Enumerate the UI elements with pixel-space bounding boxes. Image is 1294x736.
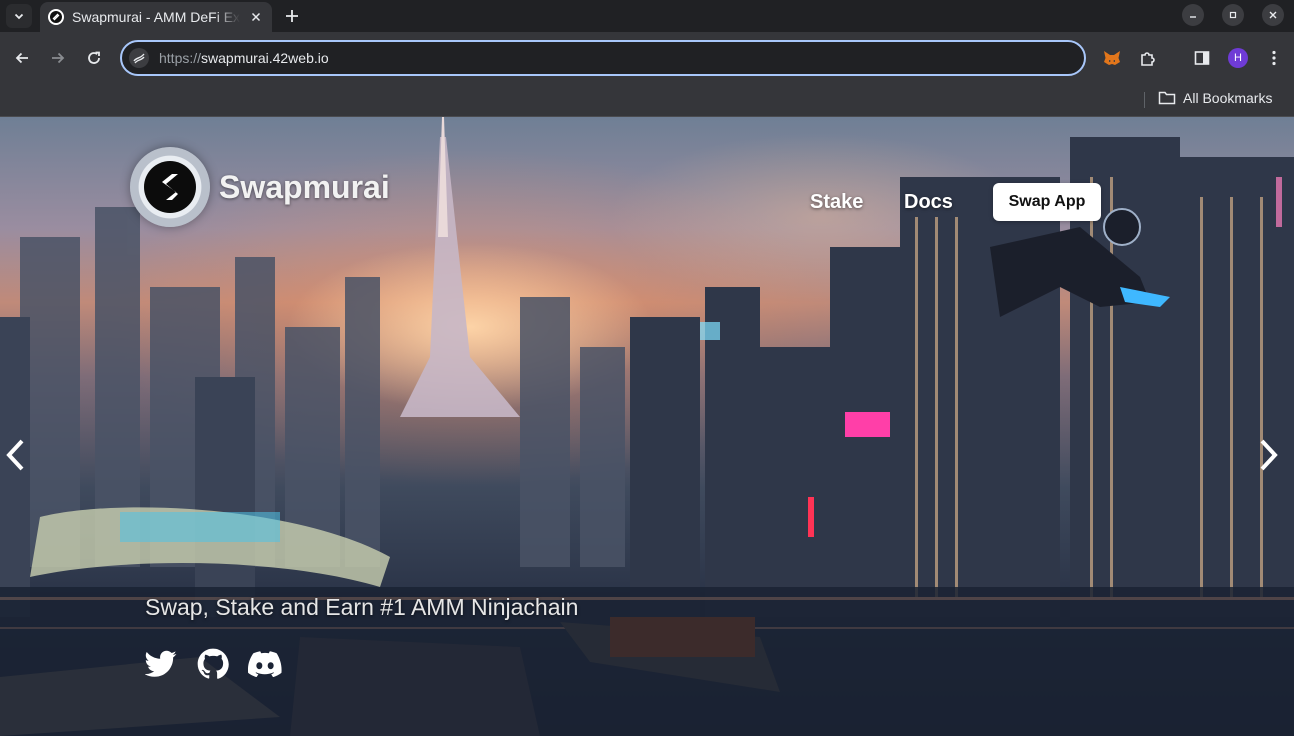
browser-menu-button[interactable] <box>1262 46 1286 70</box>
twitter-link[interactable] <box>144 647 178 681</box>
fox-icon <box>1104 51 1120 65</box>
restore-icon <box>1229 11 1237 19</box>
nav-stake-link[interactable]: Stake <box>810 191 863 214</box>
reload-icon <box>88 51 100 64</box>
active-tab[interactable]: Swapmurai - AMM DeFi Exchange <box>40 2 272 32</box>
carousel-prev-button[interactable] <box>0 435 30 475</box>
new-tab-button[interactable] <box>280 4 304 28</box>
site-info-icon[interactable] <box>129 48 149 68</box>
kebab-menu-icon <box>1272 50 1276 66</box>
url-protocol: https:// <box>159 50 202 66</box>
back-button[interactable] <box>10 46 34 70</box>
brand-name: Swapmurai <box>219 168 390 205</box>
close-icon <box>1269 11 1277 19</box>
browser-toolbar: https://swapmurai.42web.io H <box>0 32 1294 84</box>
nav-docs-link[interactable]: Docs <box>904 191 953 214</box>
metamask-extension-button[interactable] <box>1100 46 1124 70</box>
hero-tagline: Swap, Stake and Earn #1 AMM Ninjachain <box>145 594 579 620</box>
maximize-button[interactable] <box>1222 4 1244 26</box>
chevron-right-icon <box>1260 439 1278 471</box>
tab-close-button[interactable] <box>248 9 264 25</box>
bookmarks-divider <box>1144 92 1145 108</box>
plus-icon <box>286 10 298 22</box>
all-bookmarks-label: All Bookmarks <box>1183 90 1273 106</box>
extensions-button[interactable] <box>1136 46 1160 70</box>
tab-strip: Swapmurai - AMM DeFi Exchange <box>0 0 1294 32</box>
brand-link[interactable]: Swapmurai <box>130 147 390 227</box>
swap-app-button[interactable]: Swap App <box>993 183 1101 221</box>
side-panel-icon <box>1194 51 1210 65</box>
hero-section: Swapmurai Stake Docs Swap App Swap, Stak… <box>0 117 1294 736</box>
tab-search-button[interactable] <box>6 4 32 28</box>
folder-icon <box>1158 91 1176 105</box>
twitter-icon <box>145 650 177 677</box>
side-panel-button[interactable] <box>1190 46 1214 70</box>
swapmurai-favicon <box>48 9 64 25</box>
chevron-down-icon <box>14 13 24 20</box>
profile-avatar[interactable]: H <box>1228 48 1248 68</box>
minimize-icon <box>1190 16 1196 18</box>
forward-button[interactable] <box>46 46 70 70</box>
all-bookmarks-button[interactable]: All Bookmarks <box>1158 90 1272 106</box>
arrow-left-icon <box>15 52 28 64</box>
puzzle-icon <box>1141 52 1155 66</box>
url-host: swapmurai.42web.io <box>201 50 329 66</box>
discord-icon <box>248 651 282 677</box>
close-window-button[interactable] <box>1262 4 1284 26</box>
discord-link[interactable] <box>248 647 282 681</box>
close-icon <box>251 12 261 22</box>
bookmarks-bar: All Bookmarks <box>0 84 1294 117</box>
github-link[interactable] <box>196 647 230 681</box>
reload-button[interactable] <box>82 46 106 70</box>
tab-title: Swapmurai - AMM DeFi Exchange <box>72 9 240 25</box>
minimize-button[interactable] <box>1182 4 1204 26</box>
github-icon <box>197 648 229 679</box>
arrow-right-icon <box>52 52 65 64</box>
chevron-left-icon <box>6 439 24 471</box>
swapmurai-logo <box>130 147 210 227</box>
url-text[interactable]: https://swapmurai.42web.io <box>159 50 329 66</box>
address-bar[interactable]: https://swapmurai.42web.io <box>120 40 1086 76</box>
carousel-next-button[interactable] <box>1254 435 1284 475</box>
